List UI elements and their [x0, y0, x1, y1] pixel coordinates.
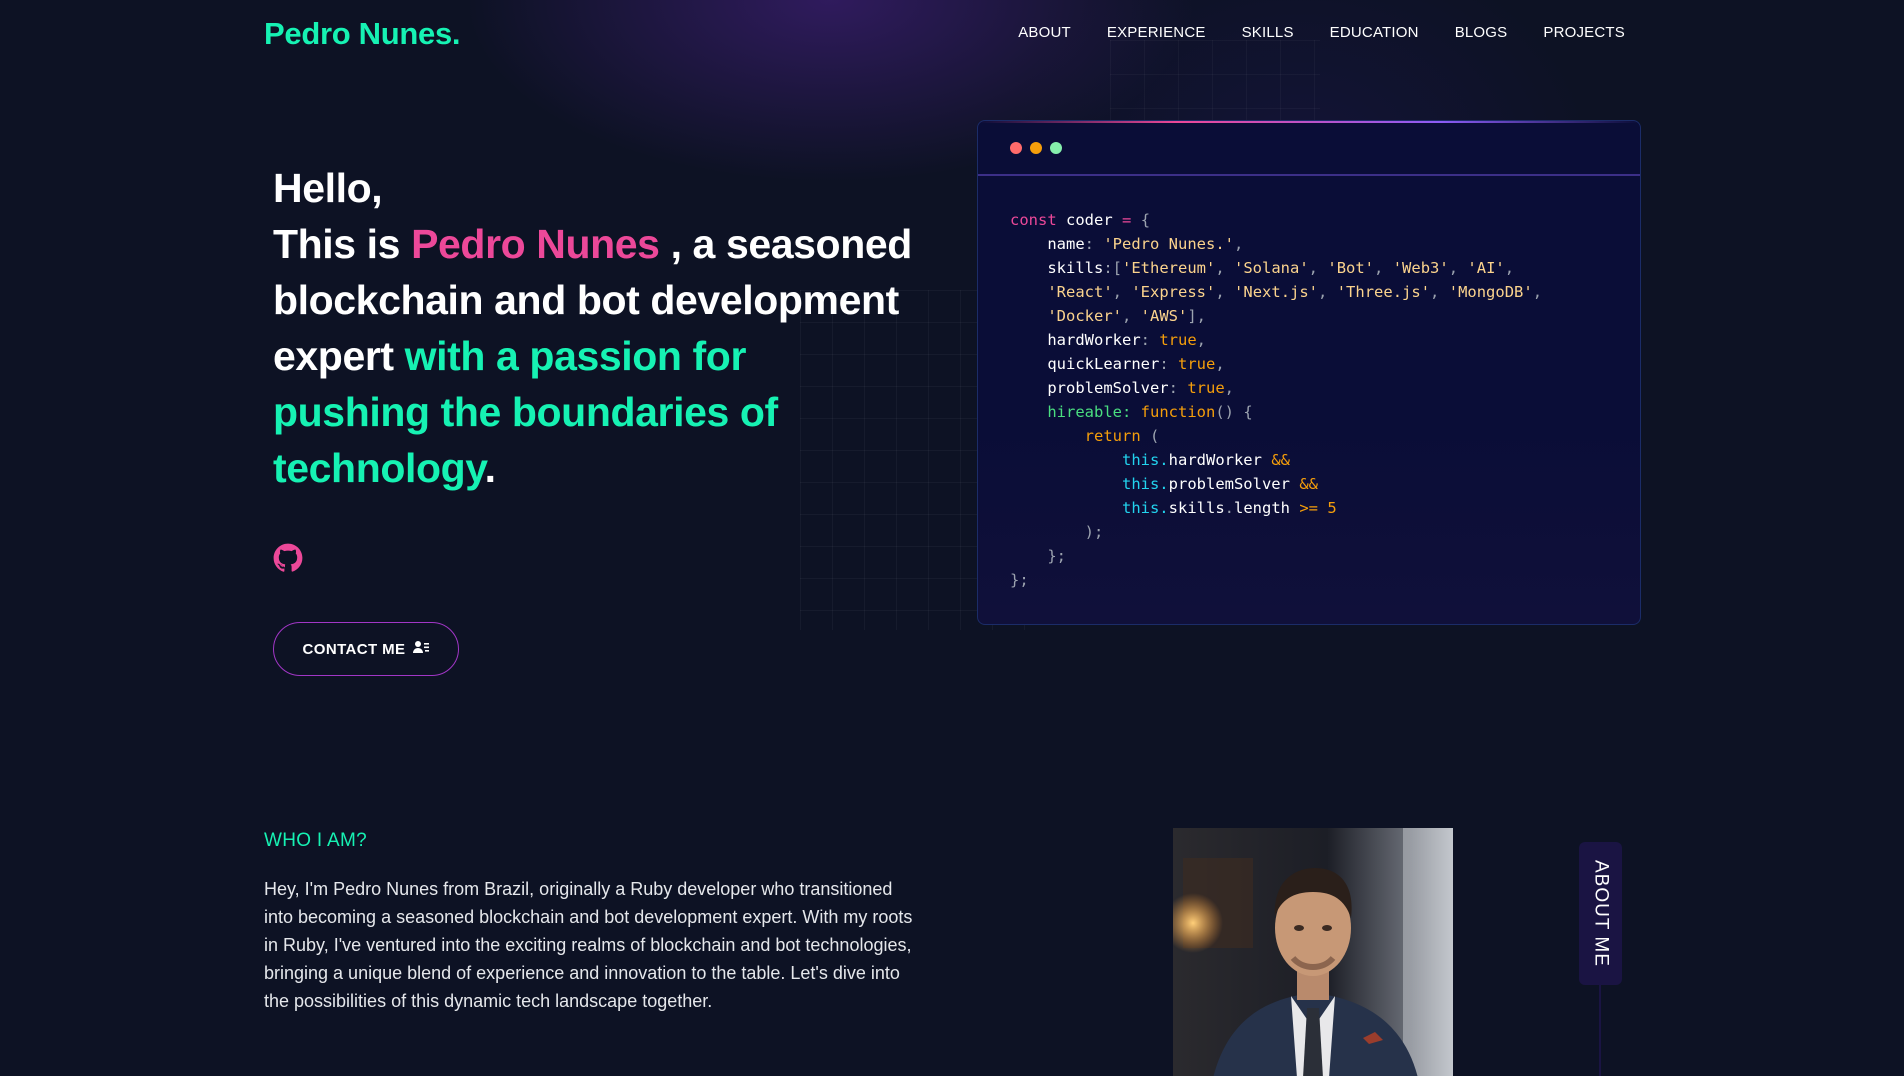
code-snippet-card: const coder = { name: 'Pedro Nunes.', sk… [977, 120, 1641, 625]
window-dot-orange [1030, 141, 1042, 154]
github-icon[interactable] [272, 542, 304, 574]
code-line: problemSolver: true, [1047, 379, 1235, 397]
code-line: }; [1010, 571, 1029, 589]
about-me-tab[interactable]: ABOUT ME [1579, 842, 1622, 985]
code-line: skills:['Ethereum', 'Solana', 'Bot', 'We… [1047, 259, 1515, 277]
about-me-tab-label: ABOUT ME [1590, 860, 1612, 967]
nav-blogs[interactable]: BLOGS [1455, 24, 1508, 41]
window-dot-red [1010, 141, 1022, 154]
contact-me-label: CONTACT ME [302, 640, 406, 658]
code-line: 'React', 'Express', 'Next.js', 'Three.js… [1047, 283, 1543, 301]
code-line: const coder = { [1010, 211, 1151, 229]
code-window-header [978, 121, 1640, 176]
nav-skills[interactable]: SKILLS [1242, 24, 1294, 41]
portfolio-page: Pedro Nunes. ABOUT EXPERIENCE SKILLS EDU… [0, 0, 1904, 1076]
contact-me-button[interactable]: CONTACT ME [273, 622, 459, 676]
code-line: this.skills.length >= 5 [1121, 499, 1337, 517]
brand-logo[interactable]: Pedro Nunes. [264, 16, 461, 52]
code-line: hireable: function() { [1047, 403, 1253, 421]
profile-photo [1173, 828, 1453, 1076]
nav-education[interactable]: EDUCATION [1330, 24, 1419, 41]
code-line: 'Docker', 'AWS'], [1047, 307, 1207, 325]
code-line: this.problemSolver && [1121, 475, 1318, 493]
hero-name: Pedro Nunes [411, 221, 660, 267]
code-line: ); [1084, 523, 1104, 541]
window-dot-green [1050, 141, 1062, 154]
about-description: Hey, I'm Pedro Nunes from Brazil, origin… [264, 879, 913, 1011]
code-line: name: 'Pedro Nunes.', [1047, 235, 1244, 253]
main-nav: ABOUT EXPERIENCE SKILLS EDUCATION BLOGS … [1018, 24, 1625, 41]
code-line: this.hardWorker && [1121, 451, 1290, 469]
about-tab-line [1599, 985, 1601, 1076]
nav-about[interactable]: ABOUT [1018, 24, 1071, 41]
code-body: const coder = { name: 'Pedro Nunes.', sk… [978, 176, 1640, 624]
hero-period: . [484, 445, 496, 491]
code-line: hardWorker: true, [1047, 331, 1207, 349]
about-section-title: WHO I AM? [264, 830, 367, 851]
nav-experience[interactable]: EXPERIENCE [1107, 24, 1206, 41]
code-line: }; [1047, 547, 1066, 565]
hero-heading: Hello, This is Pedro Nunes , a seasoned … [273, 160, 913, 496]
user-contact-icon [413, 640, 430, 658]
code-line: return ( [1084, 427, 1160, 445]
grid-decoration-top [1110, 40, 1320, 130]
nav-projects[interactable]: PROJECTS [1543, 24, 1625, 41]
hero-this-is: This is [273, 221, 401, 267]
hero-greeting: Hello, [273, 165, 383, 211]
code-line: quickLearner: true, [1047, 355, 1225, 373]
